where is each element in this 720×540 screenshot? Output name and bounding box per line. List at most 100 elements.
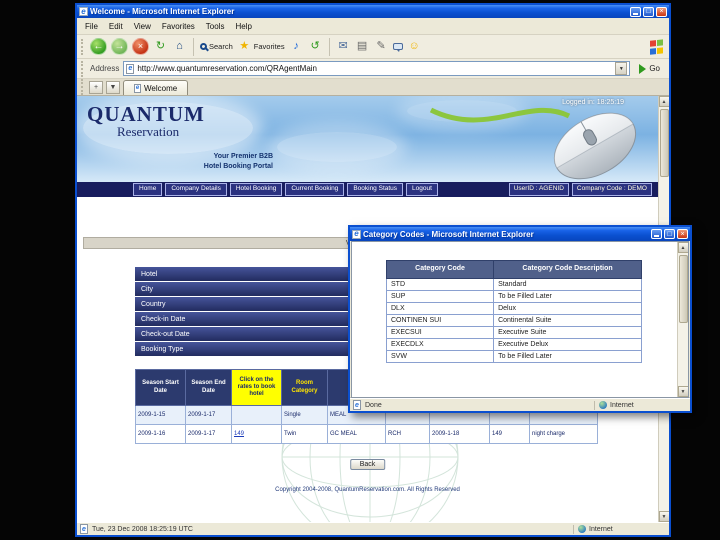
address-bar: Address e http://www.quantumreservation.…: [77, 59, 669, 79]
rates-header-room-category: Room Category: [281, 369, 328, 406]
form-label-checkin: Check-in Date: [141, 315, 186, 323]
menu-tools[interactable]: Tools: [206, 22, 225, 31]
popup-titlebar[interactable]: e Category Codes - Microsoft Internet Ex…: [350, 227, 690, 241]
status-bar: e Tue, 23 Dec 2008 18:25:19 UTC Internet: [77, 522, 669, 535]
nav-home[interactable]: Home: [133, 183, 163, 196]
favorites-label: Favorites: [253, 42, 285, 51]
menu-edit[interactable]: Edit: [109, 22, 123, 31]
history-icon: ↺: [310, 40, 320, 52]
home-button[interactable]: ⌂: [172, 39, 187, 55]
browser-titlebar[interactable]: e Welcome - Microsoft Internet Explorer …: [77, 5, 669, 18]
mail-icon: ✉: [338, 40, 348, 52]
menu-help[interactable]: Help: [235, 22, 251, 31]
close-icon: ×: [659, 8, 664, 15]
status-page-icon: e: [80, 524, 88, 534]
rates-cell: Single: [281, 405, 328, 425]
maximize-button[interactable]: □: [643, 6, 654, 17]
go-arrow-icon: [639, 63, 647, 74]
minimize-button[interactable]: [630, 6, 641, 17]
edit-button[interactable]: ✎: [374, 39, 389, 55]
favorites-button[interactable]: ★ Favorites: [237, 39, 285, 55]
rates-cell: night charge: [529, 424, 598, 444]
rate-link-cell[interactable]: [231, 405, 282, 425]
popup-scrollbar-thumb[interactable]: [678, 255, 688, 323]
category-code-cell: EXECDLX: [385, 338, 495, 351]
tagline-line1: Your Premier B2B: [213, 153, 273, 160]
ie-logo-icon: e: [79, 7, 88, 16]
banner: QUANTUM Reservation Your Premier B2B Hot…: [77, 96, 658, 182]
nav-current-booking[interactable]: Current Booking: [285, 183, 345, 196]
forward-button[interactable]: →: [111, 38, 128, 55]
category-codes-table: Category Code Category Code Description …: [385, 260, 642, 363]
new-tab-button[interactable]: +: [89, 81, 103, 94]
tagline-line2: Hotel Booking Portal: [203, 162, 273, 170]
scroll-down-button[interactable]: ▼: [658, 511, 669, 522]
tab-list-button[interactable]: ▼: [106, 81, 120, 94]
toolbar-separator: [193, 37, 194, 56]
nav-logout[interactable]: Logout: [406, 183, 438, 196]
menu-favorites[interactable]: Favorites: [162, 22, 195, 31]
back-button[interactable]: ←: [90, 38, 107, 55]
address-dropdown-button[interactable]: ▼: [615, 62, 628, 75]
minimize-icon: [654, 235, 659, 237]
rates-cell: 149: [489, 424, 530, 444]
form-label-checkout: Check-out Date: [141, 330, 190, 338]
menu-bar: File Edit View Favorites Tools Help: [77, 18, 669, 35]
menu-file[interactable]: File: [85, 22, 98, 31]
rates-cell: 2009-1-18: [429, 424, 490, 444]
nav-hotel-booking[interactable]: Hotel Booking: [229, 183, 283, 196]
zone-label: Internet: [589, 525, 613, 533]
popup-close-button[interactable]: ×: [677, 229, 688, 239]
company-code-badge: Company Code : DEMO: [571, 183, 652, 196]
popup-minimize-button[interactable]: [651, 229, 662, 239]
rates-header-click-rates: Click on the rates to book hotel: [231, 369, 282, 406]
popup-status-bar: e Done Internet: [350, 398, 690, 411]
nav-company-details[interactable]: Company Details: [165, 183, 227, 196]
menu-view[interactable]: View: [134, 22, 151, 31]
scrollbar-thumb[interactable]: [659, 109, 669, 177]
media-note-icon: ♪: [293, 40, 299, 52]
address-input[interactable]: e http://www.quantumreservation.com/QRAg…: [123, 61, 631, 76]
rates-cell: 2009-1-17: [185, 424, 232, 444]
close-icon: ×: [680, 230, 685, 238]
go-label: Go: [649, 64, 660, 73]
popup-status-page-icon: e: [353, 400, 361, 410]
discuss-icon: [392, 43, 403, 52]
popup-scroll-up-button[interactable]: ▲: [677, 242, 688, 253]
popup-maximize-button[interactable]: □: [664, 229, 675, 239]
category-row: CONTINEN SUI Continental Suite: [385, 314, 642, 327]
tagline: Your Premier B2B Hotel Booking Portal: [181, 152, 273, 172]
tabbar-grip: [81, 79, 84, 95]
rates-cell: RCH: [385, 424, 430, 444]
media-button[interactable]: ♪: [289, 39, 304, 55]
stop-icon: ×: [132, 38, 149, 55]
popup-status-text: Done: [365, 401, 382, 409]
close-button[interactable]: ×: [656, 6, 667, 17]
search-button[interactable]: Search: [200, 42, 233, 51]
scroll-up-button[interactable]: ▲: [658, 96, 669, 107]
rates-cell: 2009-1-17: [185, 405, 232, 425]
popup-vertical-scrollbar[interactable]: ▲ ▼: [677, 242, 688, 397]
forward-arrow-icon: →: [111, 38, 128, 55]
discuss-button[interactable]: [392, 43, 403, 52]
messenger-button[interactable]: ☺: [407, 39, 422, 55]
rate-link-cell[interactable]: 149: [231, 424, 282, 444]
user-id-badge: UserID : AGENID: [508, 183, 569, 196]
brand-subname: Reservation: [117, 124, 180, 139]
back-page-button[interactable]: Back: [349, 459, 386, 470]
tab-welcome[interactable]: e Welcome: [123, 80, 189, 95]
go-button[interactable]: Go: [634, 63, 665, 74]
nav-booking-status[interactable]: Booking Status: [347, 183, 404, 196]
history-button[interactable]: ↺: [308, 39, 323, 55]
popup-security-zone: Internet: [599, 401, 687, 409]
rates-cell: GC MEAL: [327, 424, 386, 444]
refresh-icon: ↻: [155, 40, 166, 52]
mail-button[interactable]: ✉: [336, 39, 351, 55]
refresh-button[interactable]: ↻: [153, 39, 168, 55]
presentation-slide: e Welcome - Microsoft Internet Explorer …: [0, 0, 720, 540]
popup-internet-globe-icon: [599, 401, 607, 409]
print-button[interactable]: ▤: [355, 39, 370, 55]
stop-button[interactable]: ×: [132, 38, 149, 55]
maximize-icon: □: [667, 230, 672, 238]
popup-scroll-down-button[interactable]: ▼: [677, 386, 688, 397]
